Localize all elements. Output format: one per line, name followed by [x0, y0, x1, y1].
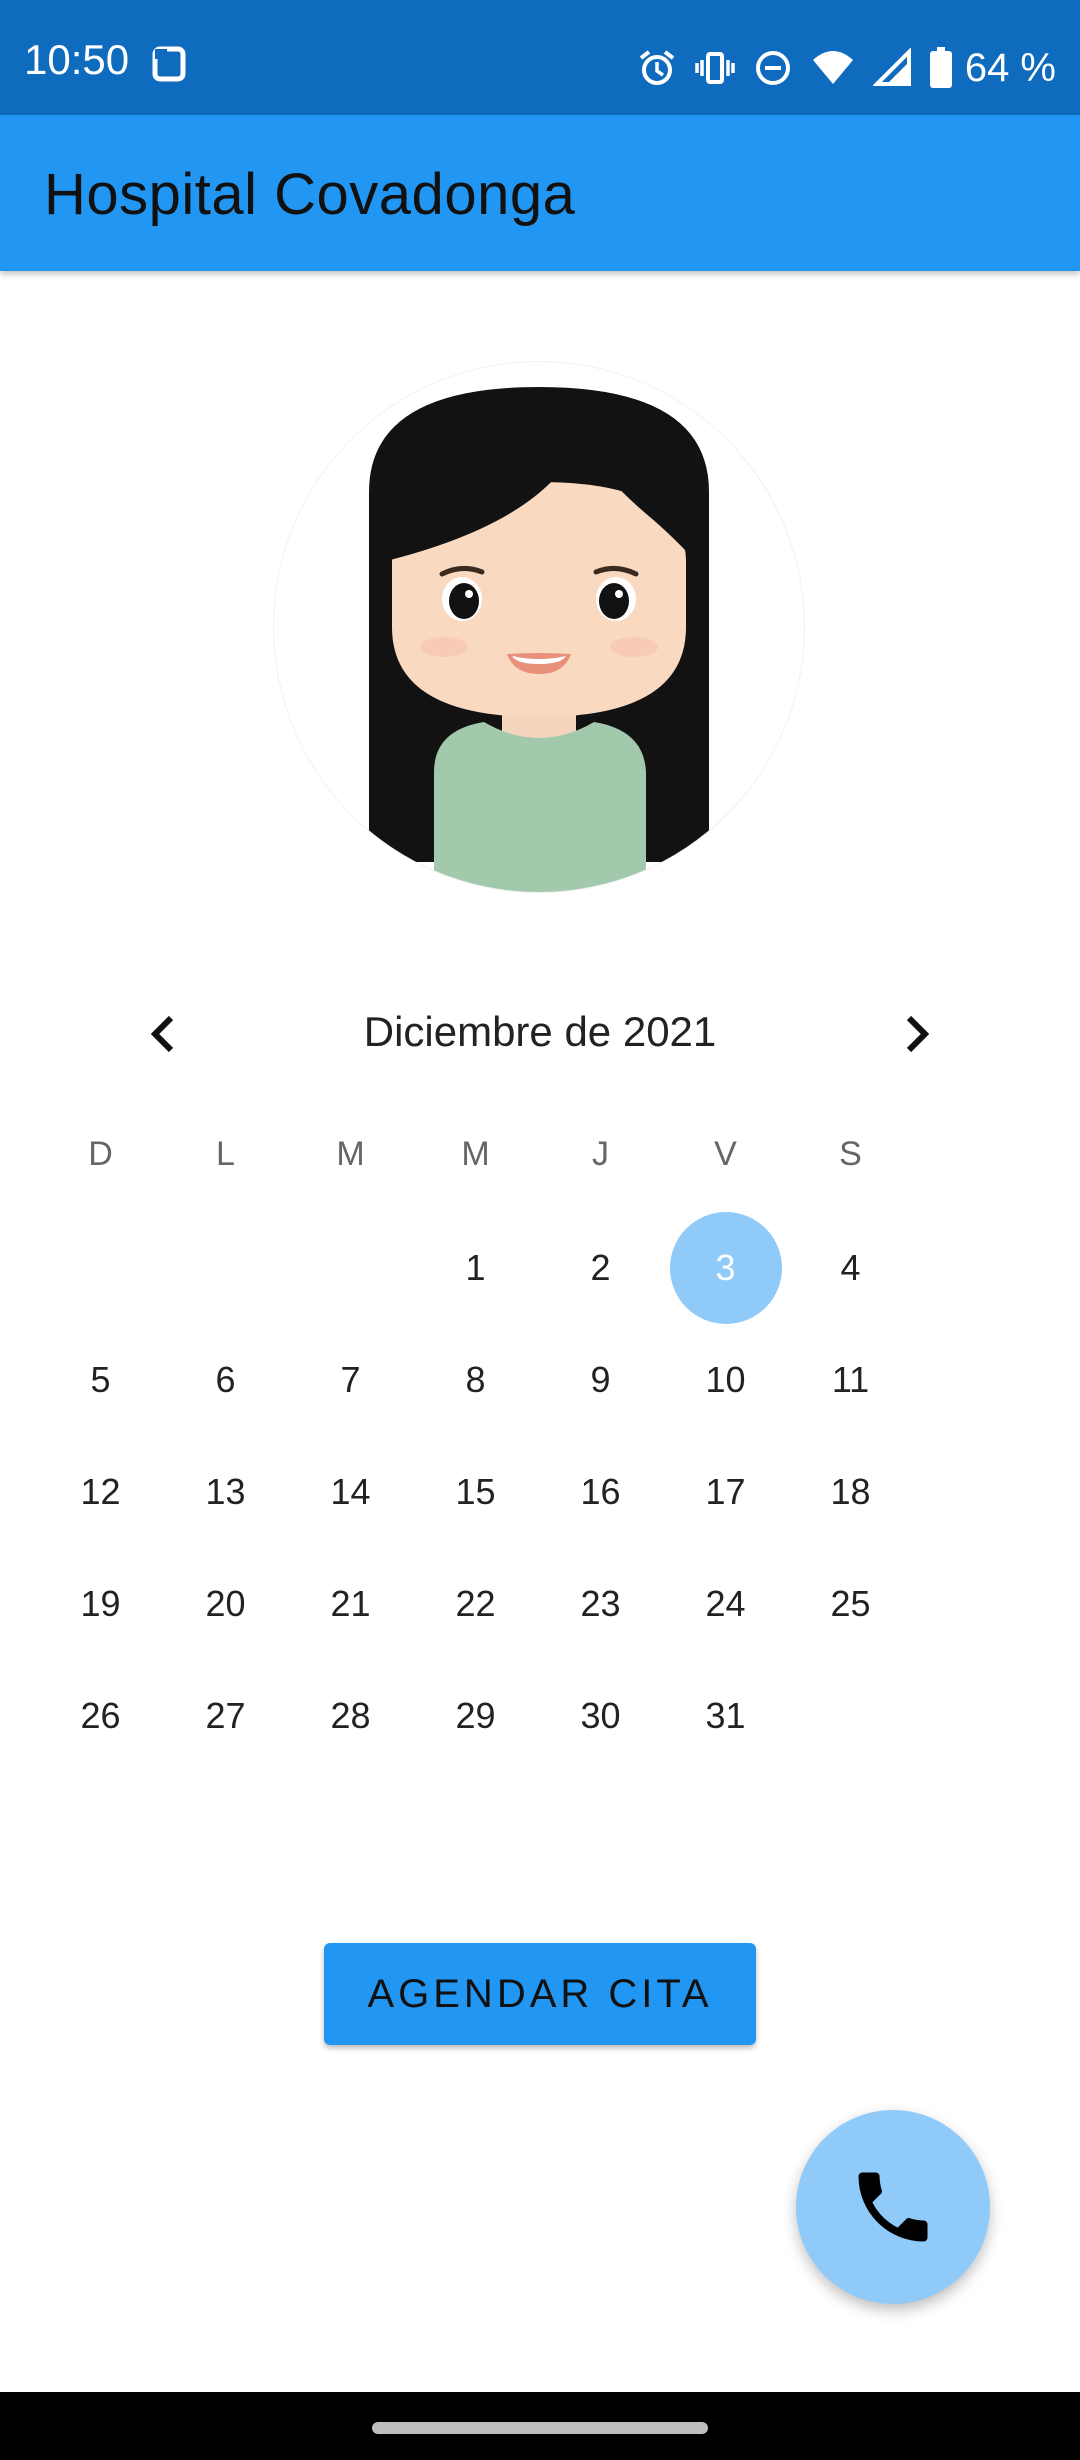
- calendar-day[interactable]: 16: [538, 1436, 663, 1548]
- calendar-day-number: 1: [465, 1247, 486, 1288]
- calendar-day-number: 19: [80, 1583, 121, 1624]
- weekday-label: L: [216, 1135, 235, 1173]
- signal-icon: [872, 48, 911, 88]
- calendar-day[interactable]: 12: [38, 1436, 163, 1548]
- calendar-day[interactable]: 8: [413, 1324, 538, 1436]
- calendar-day[interactable]: 18: [788, 1436, 913, 1548]
- calendar-day-number: 29: [455, 1695, 496, 1736]
- calendar-day-number: 10: [705, 1359, 746, 1400]
- weekday-label: J: [592, 1135, 609, 1173]
- calendar-day[interactable]: 5: [38, 1324, 163, 1436]
- calendar-day[interactable]: 25: [788, 1548, 913, 1660]
- calendar-day-number: 24: [705, 1583, 746, 1624]
- calendar-day-number: 4: [840, 1247, 861, 1288]
- weekday-label: S: [839, 1135, 862, 1173]
- calendar-day-number: 28: [330, 1695, 371, 1736]
- calendar-day[interactable]: 6: [163, 1324, 288, 1436]
- calendar-day-number: 6: [215, 1359, 236, 1400]
- calendar-day-number: 8: [465, 1359, 486, 1400]
- calendar-day-number: 13: [205, 1471, 246, 1512]
- calendar-day-number: 30: [580, 1695, 621, 1736]
- calendar-day[interactable]: 19: [38, 1548, 163, 1660]
- calendar-day[interactable]: 2: [538, 1212, 663, 1324]
- weekday-label: D: [88, 1135, 113, 1173]
- calendar-empty-cell: [38, 1212, 163, 1324]
- app-bar: Hospital Covadonga: [0, 115, 1080, 271]
- chevron-right-icon: [906, 1015, 930, 1053]
- calendar-day-number: 26: [80, 1695, 121, 1736]
- avatar-illustration: [369, 387, 709, 892]
- calendar-day[interactable]: 17: [663, 1436, 788, 1548]
- calendar-day-number: 7: [340, 1359, 361, 1400]
- home-handle[interactable]: [372, 2422, 708, 2434]
- next-month-button[interactable]: [880, 998, 952, 1070]
- calendar-day-number: 20: [205, 1583, 246, 1624]
- app-title: Hospital Covadonga: [44, 162, 576, 227]
- navigation-bar: [0, 2392, 1080, 2460]
- calendar-day-number: 3: [715, 1247, 736, 1288]
- status-time: 10:50: [24, 36, 130, 83]
- status-icons: 64 %: [637, 38, 1056, 98]
- calendar-header: Diciembre de 2021: [0, 990, 1080, 1080]
- calendar-day[interactable]: 15: [413, 1436, 538, 1548]
- calendar-day-number: 21: [330, 1583, 371, 1624]
- calendar-day-number: 17: [705, 1471, 746, 1512]
- calendar-day[interactable]: 31: [663, 1660, 788, 1772]
- vibrate-icon: [695, 48, 735, 88]
- calendar-day-number: 2: [590, 1247, 611, 1288]
- calendar-day-number: 15: [455, 1471, 496, 1512]
- battery-percent: 64 %: [964, 45, 1056, 90]
- weekday-row: D L M M J V S: [38, 1135, 1038, 1191]
- calendar-day[interactable]: 22: [413, 1548, 538, 1660]
- calendar-empty-cell: [288, 1212, 413, 1324]
- do-not-disturb-icon: [753, 48, 793, 88]
- calendar-day[interactable]: 26: [38, 1660, 163, 1772]
- call-fab[interactable]: [796, 2110, 990, 2304]
- battery-icon: [929, 47, 953, 89]
- alarm-icon: [637, 48, 677, 88]
- weekday-label: M: [336, 1135, 365, 1173]
- phone-icon: [858, 2172, 928, 2242]
- calendar-day-number: 22: [455, 1583, 496, 1624]
- weekday-label: V: [714, 1135, 737, 1173]
- calendar-day[interactable]: 7: [288, 1324, 413, 1436]
- calendar-day-number: 25: [830, 1583, 871, 1624]
- calendar-day[interactable]: 13: [163, 1436, 288, 1548]
- calendar-day-number: 12: [80, 1471, 121, 1512]
- calendar-day[interactable]: 3: [663, 1212, 788, 1324]
- screenshot-icon: [152, 46, 190, 89]
- status-bar: 10:50 64 %: [0, 0, 1080, 115]
- wifi-icon: [811, 48, 855, 88]
- calendar-day[interactable]: 4: [788, 1212, 913, 1324]
- calendar-day[interactable]: 29: [413, 1660, 538, 1772]
- calendar-day[interactable]: 28: [288, 1660, 413, 1772]
- calendar-day-number: 11: [831, 1359, 870, 1400]
- calendar-day-number: 27: [205, 1695, 246, 1736]
- calendar-day[interactable]: 20: [163, 1548, 288, 1660]
- avatar: [274, 362, 804, 892]
- calendar-empty-cell: [163, 1212, 288, 1324]
- calendar-day[interactable]: 30: [538, 1660, 663, 1772]
- calendar-day-number: 14: [330, 1471, 371, 1512]
- schedule-appointment-button[interactable]: AGENDAR CITA: [324, 1943, 756, 2045]
- calendar-day-number: 31: [705, 1695, 746, 1736]
- calendar-day[interactable]: 14: [288, 1436, 413, 1548]
- calendar-day[interactable]: 9: [538, 1324, 663, 1436]
- calendar-day[interactable]: 27: [163, 1660, 288, 1772]
- calendar-day[interactable]: 21: [288, 1548, 413, 1660]
- weekday-label: M: [461, 1135, 490, 1173]
- calendar-day-number: 9: [590, 1359, 611, 1400]
- calendar-day-number: 5: [90, 1359, 111, 1400]
- calendar-day-number: 16: [580, 1471, 621, 1512]
- calendar-empty-cell: [788, 1660, 913, 1772]
- calendar-day[interactable]: 23: [538, 1548, 663, 1660]
- calendar-day-number: 23: [580, 1583, 621, 1624]
- calendar-day[interactable]: 24: [663, 1548, 788, 1660]
- calendar-days-grid: 1 2 3 4 5 6 7 8 9 10 11 12 13 14 15 16 17 18 19 20 21 22 23 24 2…: [38, 1212, 1038, 1772]
- calendar-day[interactable]: 10: [663, 1324, 788, 1436]
- calendar-day-number: 18: [830, 1471, 871, 1512]
- calendar-day[interactable]: 11: [788, 1324, 913, 1436]
- calendar-day[interactable]: 1: [413, 1212, 538, 1324]
